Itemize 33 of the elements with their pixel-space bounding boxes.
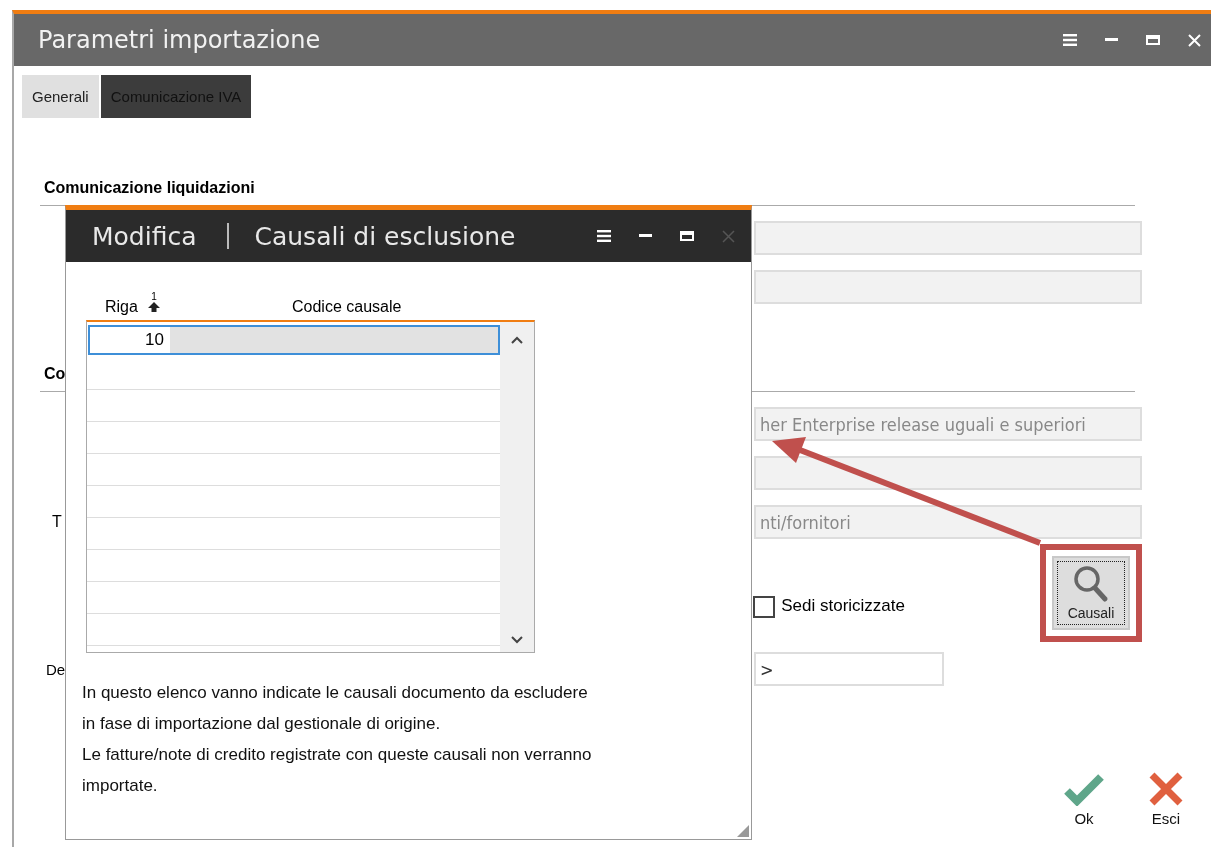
window-title: Parametri importazione xyxy=(38,26,321,54)
exit-button[interactable]: Esci xyxy=(1146,772,1186,827)
checkbox[interactable] xyxy=(753,596,776,618)
sort-index: 1 xyxy=(151,292,157,302)
help-text: In questo elenco vanno indicate le causali documento da escludere in fase di importazione dal gestionale di origine. Le fatture/note di credito registrate con queste causali non verranno importate. xyxy=(82,682,593,797)
dialog-title: Causali di esclusione xyxy=(254,221,516,251)
column-header[interactable]: Riga xyxy=(105,298,138,316)
ok-button[interactable]: Ok xyxy=(1062,772,1106,827)
input-field[interactable] xyxy=(754,270,1142,304)
input-field[interactable]: > xyxy=(754,652,944,686)
close-icon xyxy=(722,229,735,243)
input-field[interactable] xyxy=(754,456,1142,490)
resize-grip-icon[interactable] xyxy=(737,825,749,837)
scroll-bar[interactable] xyxy=(500,322,534,652)
grid-row[interactable]: 10 xyxy=(88,325,500,355)
input-field[interactable] xyxy=(754,221,1142,255)
close-icon[interactable] xyxy=(1188,33,1201,47)
field-label: T xyxy=(52,513,62,531)
maximize-icon[interactable] xyxy=(680,231,694,241)
causali-button[interactable]: Causali xyxy=(1052,556,1130,630)
tab[interactable]: Generali xyxy=(22,75,99,118)
column-header[interactable]: Codice causale xyxy=(292,298,402,316)
menu-icon[interactable] xyxy=(597,229,611,243)
minimize-icon[interactable] xyxy=(639,234,652,238)
checkbox-label: Sedi storicizzate xyxy=(781,596,905,616)
chevron-up-icon[interactable] xyxy=(511,336,523,344)
sort-arrow-icon xyxy=(148,302,160,312)
chevron-down-icon[interactable] xyxy=(511,636,523,644)
dialog-mode: Modifica xyxy=(92,221,197,251)
cross-icon xyxy=(1148,772,1184,806)
field-label: De xyxy=(46,660,66,678)
checkmark-icon xyxy=(1064,772,1104,806)
search-icon xyxy=(1073,565,1109,603)
